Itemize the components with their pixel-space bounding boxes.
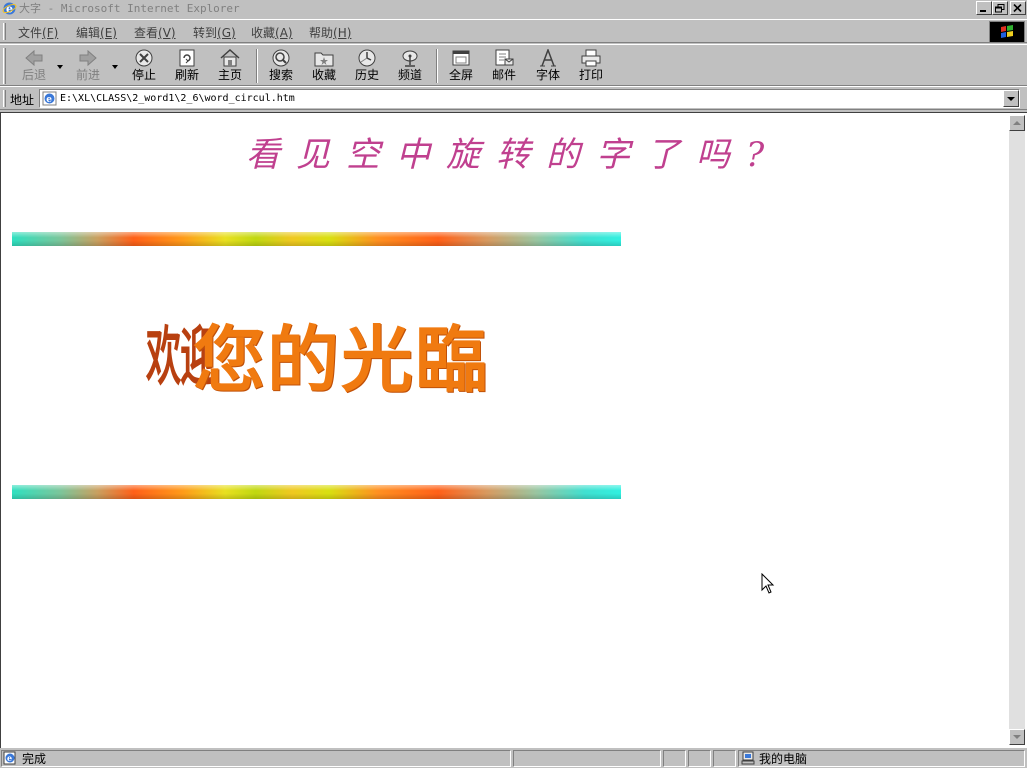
refresh-icon	[179, 49, 195, 67]
refresh-label: 刷新	[174, 68, 199, 82]
address-bar: 地址 e	[0, 86, 1027, 110]
search-globe-icon	[272, 49, 290, 67]
back-dropdown-icon[interactable]	[56, 63, 64, 71]
stop-icon	[135, 49, 153, 67]
scroll-up-button[interactable]	[1009, 115, 1025, 131]
rotating-text-main: 您的光臨	[193, 317, 490, 402]
fullscreen-button[interactable]: 全屏	[439, 47, 483, 85]
close-button[interactable]	[1010, 1, 1026, 15]
favorites-folder-icon	[314, 52, 334, 67]
home-button[interactable]: 主页	[208, 47, 252, 85]
toolbar-separator	[436, 49, 438, 83]
scroll-down-button[interactable]	[1009, 729, 1025, 745]
menubar-grip	[3, 23, 6, 40]
channels-satellite-icon	[402, 50, 418, 67]
minimize-button[interactable]	[976, 1, 992, 15]
print-label: 打印	[578, 68, 603, 82]
fonts-label: 字体	[535, 68, 560, 82]
search-button[interactable]: 搜索	[259, 47, 303, 85]
my-computer-icon	[741, 751, 755, 765]
status-zone-panel: 我的电脑	[738, 750, 1025, 767]
mail-button[interactable]: 邮件	[482, 47, 526, 85]
status-bar: e 完成 我的电脑	[0, 748, 1027, 768]
search-label: 搜索	[268, 68, 293, 82]
ie-page-icon: e	[42, 91, 57, 106]
menu-edit[interactable]: 编辑(E)	[76, 24, 117, 41]
favorites-label: 收藏	[311, 68, 336, 82]
address-label: 地址	[10, 93, 35, 107]
back-label: 后退	[21, 68, 46, 82]
history-label: 历史	[354, 68, 379, 82]
forward-dropdown-icon[interactable]	[111, 63, 119, 71]
menu-bar: 文件(F) 编辑(E) 查看(V) 转到(G) 收藏(A) 帮助(H)	[0, 19, 1027, 43]
menu-file[interactable]: 文件(F)	[18, 24, 58, 41]
scroll-up-arrow-icon	[1013, 121, 1021, 125]
browser-viewport: 看见空中旋转的字了吗? 欢迎 您的光臨	[0, 112, 1027, 748]
status-progress-panel	[513, 750, 661, 767]
ie-page-icon: e	[3, 751, 16, 765]
address-dropdown-button[interactable]	[1003, 90, 1019, 107]
fullscreen-icon	[452, 50, 470, 66]
back-button[interactable]: 后退	[12, 47, 56, 85]
forward-arrow-icon	[79, 49, 97, 67]
page-heading: 看见空中旋转的字了吗?	[246, 135, 781, 175]
svg-text:e: e	[46, 95, 52, 105]
menu-view[interactable]: 查看(V)	[134, 24, 176, 41]
print-button[interactable]: 打印	[569, 47, 613, 85]
history-button[interactable]: 历史	[345, 47, 389, 85]
refresh-button[interactable]: 刷新	[165, 47, 209, 85]
channels-label: 频道	[397, 68, 422, 82]
rainbow-divider-top	[12, 232, 621, 246]
chevron-down-icon	[1007, 97, 1015, 101]
mail-label: 邮件	[491, 68, 516, 82]
stop-label: 停止	[131, 68, 156, 82]
stop-button[interactable]: 停止	[122, 47, 166, 85]
ie-logo-icon: e	[2, 2, 17, 16]
windows-logo	[989, 21, 1025, 43]
windows-flag-icon	[1001, 25, 1013, 38]
font-a-icon	[540, 49, 556, 67]
vertical-scrollbar[interactable]	[1009, 115, 1025, 745]
status-panel	[663, 750, 686, 767]
mail-icon	[495, 49, 514, 66]
status-main-panel: e 完成	[1, 750, 511, 767]
back-arrow-icon	[25, 49, 43, 67]
mouse-pointer-icon	[761, 573, 775, 594]
title-bar: e 大字 - Microsoft Internet Explorer	[0, 0, 1027, 18]
restore-icon	[995, 4, 1005, 13]
minimize-icon	[980, 10, 986, 12]
toolbar-grip	[3, 48, 6, 84]
addressbar-grip	[3, 90, 6, 107]
restore-button[interactable]	[992, 1, 1008, 15]
status-panel	[688, 750, 711, 767]
status-text: 完成	[22, 752, 47, 766]
menu-help[interactable]: 帮助(H)	[309, 24, 351, 41]
home-label: 主页	[217, 68, 242, 82]
window-title: 大字 - Microsoft Internet Explorer	[19, 2, 240, 15]
svg-text:e: e	[7, 753, 12, 763]
scroll-down-arrow-icon	[1013, 735, 1021, 739]
address-box: e	[39, 89, 1020, 108]
forward-button[interactable]: 前进	[66, 47, 110, 85]
forward-label: 前进	[75, 68, 100, 82]
printer-icon	[581, 49, 601, 67]
home-icon	[220, 49, 240, 67]
close-icon	[1013, 4, 1022, 13]
history-clock-icon	[358, 49, 376, 67]
fullscreen-label: 全屏	[448, 68, 473, 82]
standard-toolbar: 后退 前进 停止 刷新 主页 搜索 收藏 历史 频道 全屏 邮件 字体 打印	[0, 44, 1027, 86]
status-zone: 我的电脑	[759, 752, 808, 766]
channels-button[interactable]: 频道	[388, 47, 432, 85]
menu-favorites[interactable]: 收藏(A)	[251, 24, 293, 41]
menu-go[interactable]: 转到(G)	[193, 24, 236, 41]
status-panel	[713, 750, 736, 767]
fonts-button[interactable]: 字体	[526, 47, 570, 85]
rainbow-divider-bottom	[12, 485, 621, 499]
favorites-button[interactable]: 收藏	[302, 47, 346, 85]
toolbar-separator	[256, 49, 258, 83]
rotating-text: 欢迎 您的光臨	[146, 318, 546, 418]
address-input[interactable]	[60, 92, 1000, 105]
